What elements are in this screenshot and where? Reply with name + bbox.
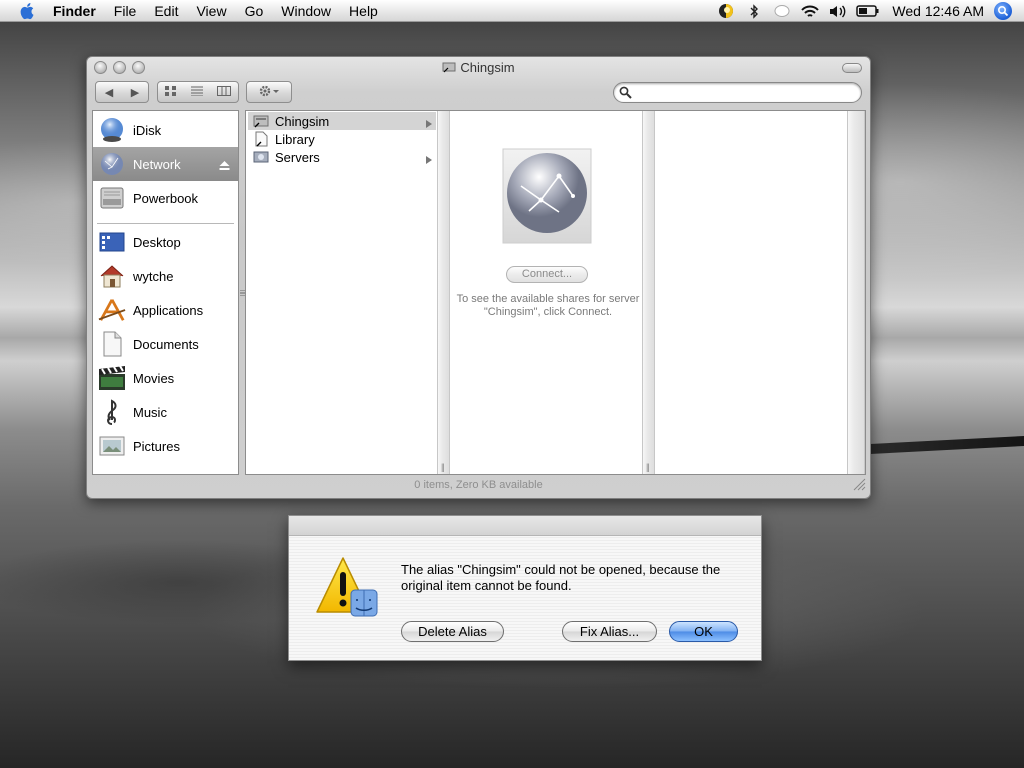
server-preview-icon [499,141,595,250]
sidebar-item-documents[interactable]: Documents [93,327,238,361]
list-view-icon[interactable] [191,86,203,99]
server-alias-icon [442,61,456,73]
column-divider[interactable]: || [642,111,655,474]
menu-file[interactable]: File [105,0,146,22]
menu-help[interactable]: Help [340,0,387,22]
delete-alias-button[interactable]: Delete Alias [401,621,504,642]
menu-go[interactable]: Go [236,0,273,22]
sidebar-item-idisk[interactable]: iDisk [93,113,238,147]
network-globe-icon [98,150,126,178]
column-item-label: Chingsim [275,113,330,129]
back-arrow-icon[interactable]: ◀ [105,86,113,99]
column-resize-grip[interactable]: || [441,462,445,472]
sidebar-item-label: Network [133,156,181,172]
connect-button[interactable]: Connect... [506,266,588,283]
disclosure-arrow-icon [426,152,432,167]
view-mode-control[interactable] [157,81,239,103]
applications-icon [98,296,126,324]
sidebar-item-label: Music [133,404,167,420]
menu-window[interactable]: Window [272,0,340,22]
resize-grip-icon[interactable] [852,477,866,494]
window-title-text: Chingsim [460,60,515,75]
finder-window: Chingsim ◀ ▶ iDisk Network Powerbook Des… [86,56,871,499]
sidebar-item-label: Desktop [133,234,181,250]
servers-folder-icon [253,149,269,165]
menu-view[interactable]: View [187,0,235,22]
sidebar-item-pictures[interactable]: Pictures [93,429,238,463]
menu-edit[interactable]: Edit [145,0,187,22]
bluetooth-icon[interactable] [744,3,764,19]
spotlight-search-icon[interactable] [994,2,1012,20]
fix-alias-button[interactable]: Fix Alias... [562,621,657,642]
sidebar-divider [97,223,234,224]
pictures-icon [98,432,126,460]
search-icon [619,86,632,102]
music-icon [98,398,126,426]
desktop-folder-icon [98,228,126,256]
script-icon[interactable] [716,3,736,19]
sidebar-item-movies[interactable]: Movies [93,361,238,395]
menu-extras: Wed 12:46 AM [712,0,1024,22]
back-forward-control[interactable]: ◀ ▶ [95,81,149,103]
toolbar-toggle-button[interactable] [842,63,862,73]
gear-icon [259,85,279,100]
sidebar-item-applications[interactable]: Applications [93,293,238,327]
sidebar-item-desktop[interactable]: Desktop [93,225,238,259]
hard-drive-icon [98,184,126,212]
sidebar-item-label: Pictures [133,438,180,454]
vertical-scrollbar[interactable] [847,111,865,474]
apple-menu-icon[interactable] [19,2,37,20]
wifi-icon[interactable] [800,3,820,19]
document-alias-icon [253,131,269,147]
sidebar: iDisk Network Powerbook Desktop wytche A… [92,110,239,475]
sidebar-item-network[interactable]: Network [93,147,238,181]
forward-arrow-icon[interactable]: ▶ [131,86,139,99]
status-bar-text: 0 items, Zero KB available [414,479,543,491]
sidebar-item-music[interactable]: Music [93,395,238,429]
column-resize-grip[interactable]: || [646,462,650,472]
sidebar-item-label: Documents [133,336,199,352]
menu-bar: Finder File Edit View Go Window Help Wed… [0,0,1024,22]
menu-clock[interactable]: Wed 12:46 AM [892,3,984,19]
sidebar-item-wytche[interactable]: wytche [93,259,238,293]
alias-alert-dialog: The alias "Chingsim" could not be opened… [288,515,762,661]
column-item-label: Servers [275,149,320,165]
eject-icon[interactable] [219,158,230,173]
sync-icon[interactable] [772,3,792,19]
connect-help-text: To see the available shares for server "… [456,293,640,318]
column-view-icon[interactable] [217,85,231,99]
search-field[interactable] [613,82,862,103]
search-input[interactable] [636,85,846,100]
column-item-label: Library [275,131,315,147]
sidebar-item-label: Applications [133,302,204,318]
column-item-chingsim[interactable]: Chingsim [248,112,436,130]
movies-icon [98,364,126,392]
sidebar-splitter-handle[interactable] [240,289,245,297]
idisk-icon [98,116,126,144]
alert-message: The alias "Chingsim" could not be opened… [401,562,721,593]
alert-title-bar [289,516,761,536]
menu-app-finder[interactable]: Finder [53,0,105,22]
column-item-library[interactable]: Library [248,130,436,148]
action-menu-button[interactable] [246,81,292,103]
sidebar-item-label: wytche [133,268,174,284]
battery-icon[interactable] [856,3,880,19]
column-browser: Chingsim Library Servers || Connect... T… [245,110,866,475]
column-divider[interactable]: || [437,111,450,474]
column-item-servers[interactable]: Servers [248,148,436,166]
home-icon [98,262,126,290]
icon-view-icon[interactable] [165,85,177,99]
disclosure-arrow-icon [426,116,432,131]
sidebar-item-label: Movies [133,370,175,386]
caution-finder-icon [315,556,381,621]
server-alias-icon [253,113,269,129]
sidebar-item-label: Powerbook [133,190,199,206]
ok-button[interactable]: OK [669,621,738,642]
sidebar-item-powerbook[interactable]: Powerbook [93,181,238,215]
documents-icon [98,330,126,358]
sidebar-item-label: iDisk [133,122,162,138]
window-title: Chingsim [87,60,870,75]
volume-icon[interactable] [828,3,848,19]
